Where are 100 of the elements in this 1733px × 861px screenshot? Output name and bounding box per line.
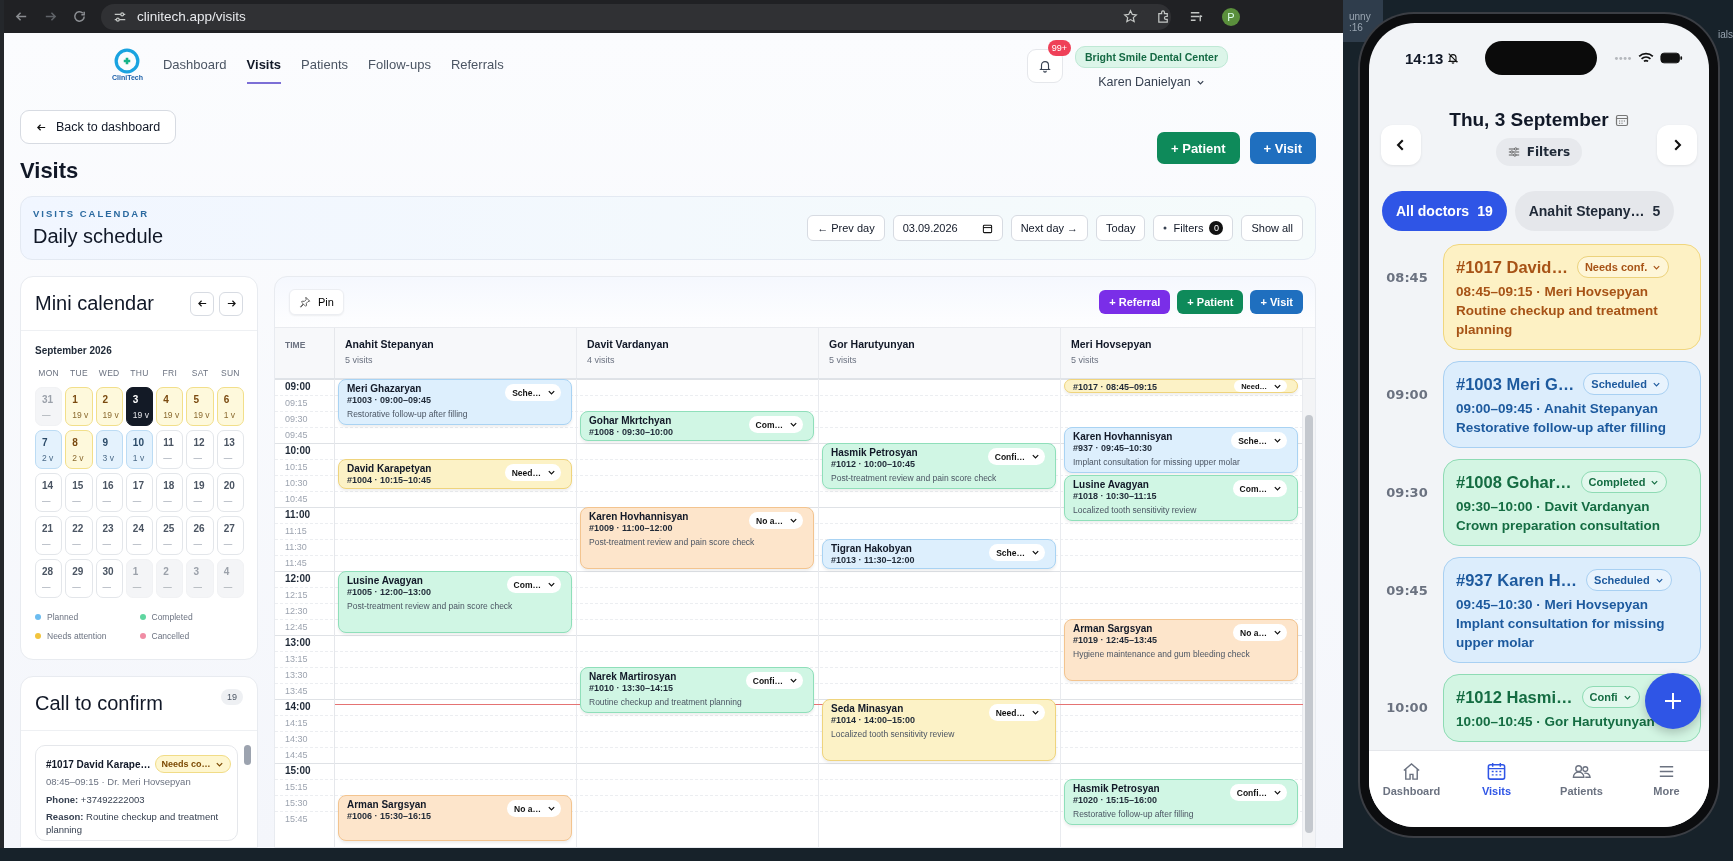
visit-card[interactable]: Hasmik Petrosyan Confi… #1012 · 10:00–10:45 Post-treatment review and pain score check: [822, 443, 1056, 489]
add-button[interactable]: + Visit: [1249, 132, 1316, 164]
extensions-icon[interactable]: [1156, 9, 1171, 24]
tab-bar-item[interactable]: More: [1624, 757, 1709, 801]
add-button[interactable]: + Patient: [1177, 290, 1244, 314]
status-dropdown[interactable]: Need…: [988, 704, 1045, 721]
nav-link[interactable]: Visits: [246, 44, 282, 84]
add-button[interactable]: + Visit: [1250, 290, 1303, 314]
calendar-day[interactable]: 11 —: [156, 430, 184, 469]
visit-card[interactable]: Narek Martirosyan Confi… #1010 · 13:30–14:15 Routine checkup and treatment planning: [580, 667, 814, 713]
status-dropdown[interactable]: Com…: [506, 576, 561, 593]
calendar-day[interactable]: 2 19 v: [95, 387, 123, 426]
filters-button[interactable]: Filters 0: [1153, 215, 1234, 241]
calendar-day[interactable]: 9 3 v: [95, 430, 123, 469]
prev-day-button[interactable]: ← Prev day: [807, 215, 885, 241]
pin-button[interactable]: Pin: [289, 289, 344, 315]
calendar-day[interactable]: 19 —: [186, 473, 214, 512]
status-dropdown[interactable]: Scheduled: [1586, 569, 1672, 591]
status-dropdown[interactable]: Need…: [504, 464, 561, 481]
nav-link[interactable]: Dashboard: [163, 44, 227, 84]
status-dropdown[interactable]: Scheduled: [1583, 373, 1669, 395]
calendar-day[interactable]: 4 19 v: [156, 387, 184, 426]
add-button[interactable]: + Referral: [1099, 290, 1171, 314]
scrollbar-thumb[interactable]: [1305, 415, 1313, 833]
tab-bar-item[interactable]: Patients: [1539, 757, 1624, 801]
status-dropdown[interactable]: No a…: [1233, 624, 1287, 641]
reload-icon[interactable]: [72, 9, 87, 24]
status-dropdown[interactable]: Completed: [1580, 471, 1668, 493]
calendar-day[interactable]: 3 19 v: [125, 387, 154, 426]
visit-card[interactable]: David Karapetyan Need… #1004 · 10:15–10:45: [338, 459, 572, 489]
calendar-day[interactable]: 25 —: [156, 516, 184, 555]
show-all-button[interactable]: Show all: [1241, 215, 1303, 241]
address-bar[interactable]: clinitech.app/visits: [101, 3, 1171, 30]
next-day-button[interactable]: Next day →: [1010, 215, 1089, 241]
calendar-day[interactable]: 7 2 v: [35, 430, 63, 469]
visit-card[interactable]: Karen Hovhannisyan Sche… #937 · 09:45–10:30 Implant consultation for missing upper molar: [1064, 427, 1298, 473]
calendar-day[interactable]: 13 —: [216, 430, 244, 469]
doctor-filter-chip[interactable]: All doctors 19: [1382, 191, 1507, 231]
calendar-day[interactable]: 26 —: [186, 516, 214, 555]
visit-card[interactable]: Lusine Avagyan Com… #1018 · 10:30–11:15 Localized tooth sensitivity review: [1064, 475, 1298, 521]
calendar-day[interactable]: 16 —: [95, 473, 123, 512]
scrollbar-thumb[interactable]: [243, 745, 251, 765]
status-dropdown[interactable]: Confi…: [987, 448, 1045, 465]
back-button[interactable]: Back to dashboard: [20, 110, 177, 144]
visit-card[interactable]: Meri Ghazaryan Sche… #1003 · 09:00–09:45 Restorative follow-up after filling: [338, 379, 572, 425]
visit-card[interactable]: #1003 Meri G… Scheduled 09:00–09:45 · Anahit Stepanyan Restorative follow-up after filling: [1443, 361, 1701, 448]
visit-card[interactable]: Lusine Avagyan Com… #1005 · 12:00–13:00 Post-treatment review and pain score check: [338, 571, 572, 633]
status-dropdown[interactable]: Com…: [1232, 480, 1287, 497]
calendar-day[interactable]: 28 —: [35, 559, 63, 598]
visit-card[interactable]: Gohar Mkrtchyan Com… #1008 · 09:30–10:00: [580, 411, 814, 441]
calendar-day[interactable]: 15 —: [65, 473, 93, 512]
nav-link[interactable]: Referrals: [450, 44, 504, 84]
calendar-day[interactable]: 22 —: [65, 516, 93, 555]
profile-avatar[interactable]: P: [1222, 7, 1240, 26]
nav-link[interactable]: Follow-ups: [368, 44, 431, 84]
calendar-day[interactable]: 17 —: [125, 473, 154, 512]
today-button[interactable]: Today: [1096, 215, 1146, 241]
calendar-day[interactable]: 5 19 v: [186, 387, 214, 426]
doctor-filter-chip[interactable]: Anahit Stepany… 5: [1514, 191, 1675, 231]
status-dropdown[interactable]: Sche…: [989, 544, 1045, 561]
tab-bar-item[interactable]: Dashboard: [1369, 757, 1454, 801]
filters-button[interactable]: Filters: [1495, 138, 1583, 166]
visit-card[interactable]: #1017 David… Needs conf. 08:45–09:15 · Meri Hovsepyan Routine checkup and treatment planning: [1443, 244, 1701, 350]
calendar-day[interactable]: 21 —: [35, 516, 63, 555]
calendar-day[interactable]: 30 —: [95, 559, 123, 598]
status-dropdown[interactable]: No a…: [507, 800, 561, 817]
visit-card[interactable]: Arman Sargsyan No a… #1006 · 15:30–16:15: [338, 795, 572, 841]
add-button[interactable]: + Patient: [1157, 132, 1240, 164]
confirmation-item[interactable]: #1017 David Karape… Needs co… 08:45–09:15 · Dr. Meri Hovsepyan Phone: +37492222003 Reason: Routine checkup and treatment planning: [35, 745, 238, 841]
status-dropdown[interactable]: Sche…: [1231, 432, 1287, 449]
visit-card[interactable]: #937 Karen H… Scheduled 09:45–10:30 · Meri Hovsepyan Implant consultation for missing upper molar: [1443, 557, 1701, 663]
status-dropdown[interactable]: Needs conf.: [1576, 256, 1670, 278]
media-queue-icon[interactable]: [1189, 9, 1204, 24]
tab-bar-item[interactable]: Visits: [1454, 757, 1539, 801]
calendar-day[interactable]: 24 —: [125, 516, 154, 555]
tune-icon[interactable]: [113, 9, 127, 24]
star-icon[interactable]: [1123, 9, 1138, 24]
user-menu[interactable]: Karen Danielyan: [1092, 74, 1211, 90]
status-dropdown[interactable]: Needs co…: [154, 755, 231, 773]
calendar-day[interactable]: 6 1 v: [216, 387, 244, 426]
visit-card[interactable]: Tigran Hakobyan Sche… #1013 · 11:30–12:00: [822, 539, 1056, 569]
status-dropdown[interactable]: Sche…: [505, 384, 561, 401]
calendar-day[interactable]: 18 —: [156, 473, 184, 512]
visit-card[interactable]: #1008 Gohar… Completed 09:30–10:00 · Davit Vardanyan Crown preparation consultation: [1443, 459, 1701, 546]
calendar-day[interactable]: 1 19 v: [65, 387, 93, 426]
nav-link[interactable]: Patients: [301, 44, 349, 84]
calendar-day[interactable]: 8 2 v: [65, 430, 93, 469]
visit-card[interactable]: Seda Minasyan Need… #1014 · 14:00–15:00 Localized tooth sensitivity review: [822, 699, 1056, 761]
previous-month-button[interactable]: [190, 291, 214, 316]
visit-card[interactable]: Hasmik Petrosyan Confi… #1020 · 15:15–16:00 Restorative follow-up after filling: [1064, 779, 1298, 825]
status-dropdown[interactable]: Confi: [1581, 686, 1640, 708]
calendar-day[interactable]: 23 —: [95, 516, 123, 555]
visit-card[interactable]: Arman Sargsyan No a… #1019 · 12:45–13:45 Hygiene maintenance and gum bleeding check: [1064, 619, 1298, 681]
calendar-day[interactable]: 20 —: [216, 473, 244, 512]
calendar-day[interactable]: 12 —: [186, 430, 214, 469]
calendar-day[interactable]: 14 —: [35, 473, 63, 512]
notifications-button[interactable]: [1026, 49, 1063, 83]
next-month-button[interactable]: [219, 291, 243, 316]
visit-card[interactable]: Karen Hovhannisyan No a… #1009 · 11:00–12:00 Post-treatment review and pain score check: [580, 507, 814, 569]
calendar-day[interactable]: 27 —: [216, 516, 244, 555]
